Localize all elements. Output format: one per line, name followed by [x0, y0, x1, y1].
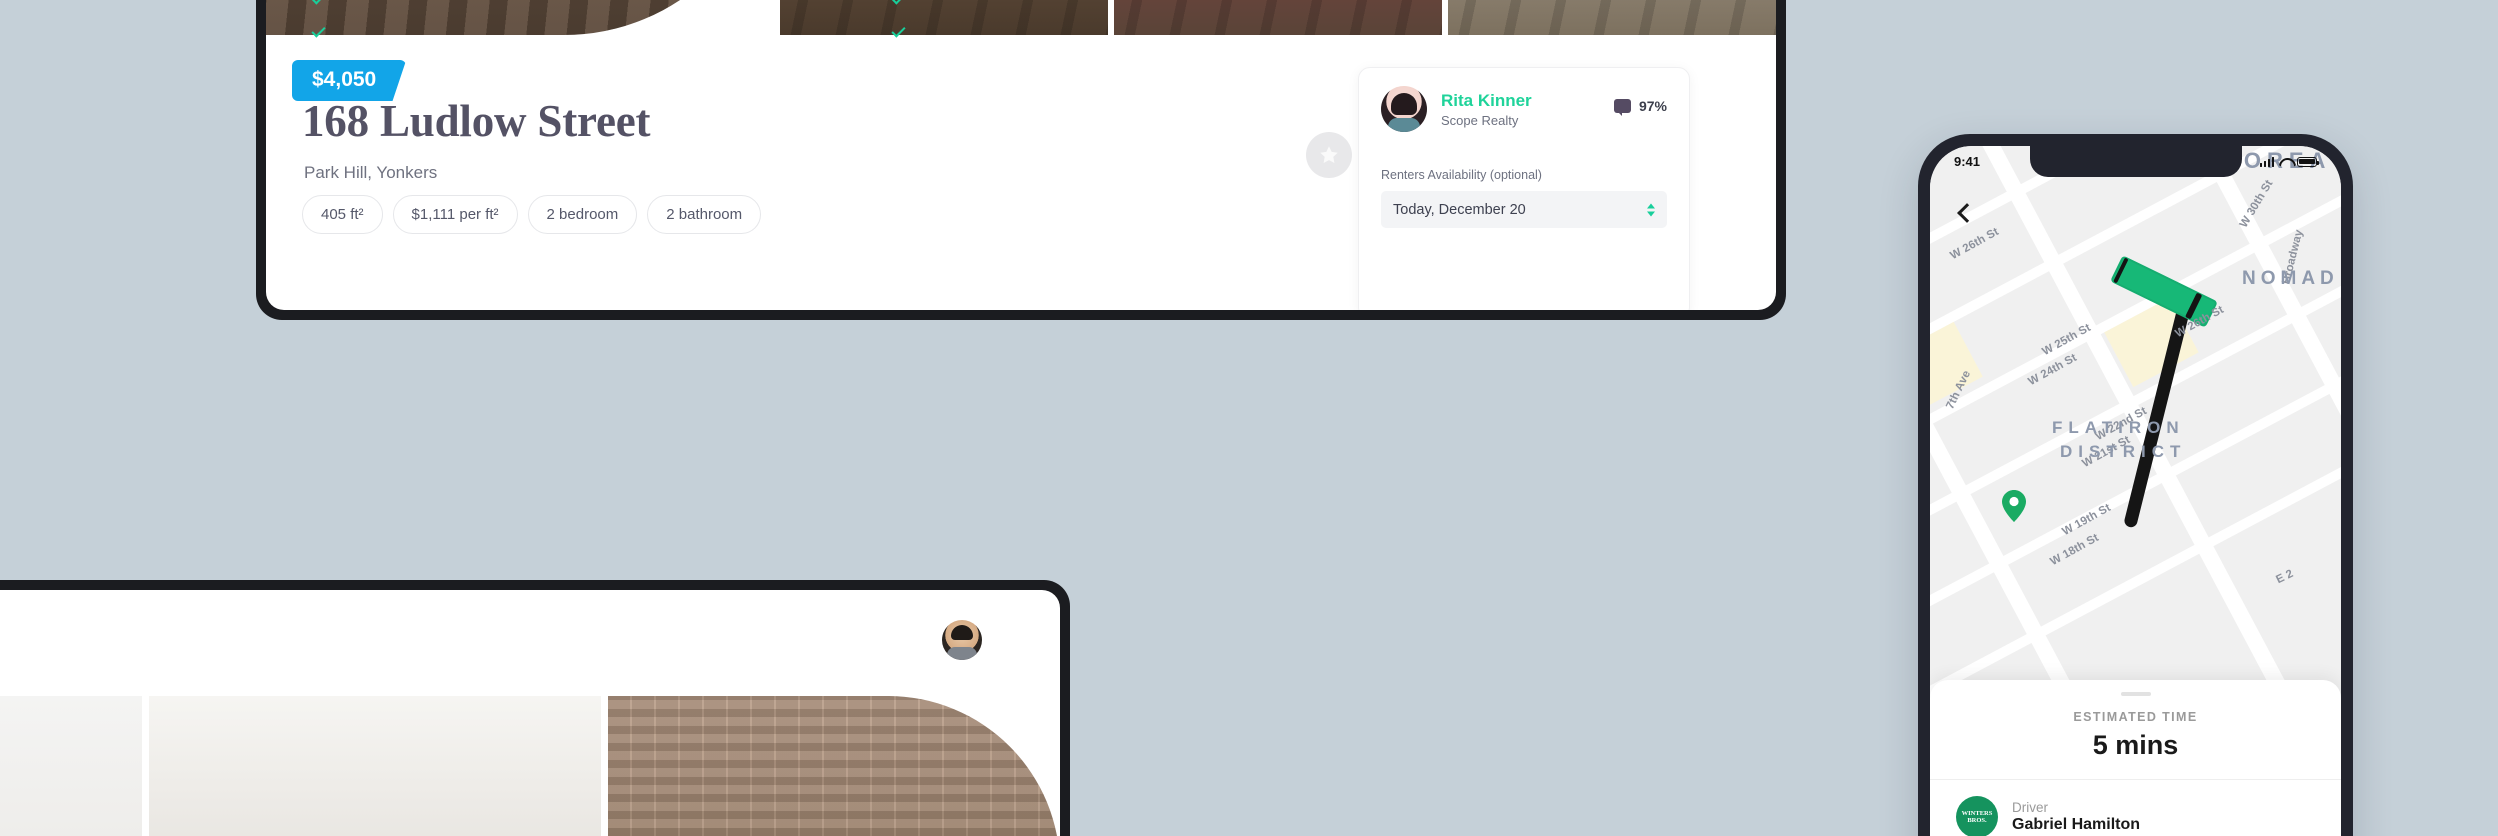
listing-neighborhood: Park Hill, Yonkers [304, 163, 438, 182]
map-area-label: NOMAD [2242, 268, 2339, 289]
driver-row[interactable]: WINTERS BROS. Driver Gabriel Hamilton [1930, 780, 2341, 836]
checklist-item [890, 23, 1340, 39]
eta-label: ESTIMATED TIME [2073, 710, 2198, 724]
listing-device-frame: Show All [256, 0, 1786, 320]
checklist-item [310, 0, 760, 6]
sheet-drag-handle[interactable] [2120, 692, 2151, 696]
listing-screen: Show All [266, 0, 1776, 310]
battery-full-icon [2297, 156, 2320, 167]
response-rate-value: 97% [1638, 98, 1667, 114]
star-icon [1320, 146, 1338, 163]
map-area-label: FLATIRON [2052, 418, 2185, 437]
stepper-down-icon[interactable] [1647, 211, 1655, 216]
driver-info: Driver Gabriel Hamilton [2012, 800, 2140, 834]
message-bubble-icon [1613, 99, 1631, 116]
amenities-checklist [310, 0, 1340, 72]
check-icon [890, 0, 906, 6]
chip-area[interactable]: 405 ft² [302, 195, 383, 234]
listing-attribute-chips: 405 ft² $1,111 per ft² 2 bedroom 2 bathr… [302, 195, 762, 234]
cellular-signal-icon [2259, 156, 2274, 167]
check-icon [890, 23, 906, 39]
user-avatar[interactable] [942, 620, 982, 660]
back-button[interactable] [1954, 202, 1976, 224]
listing-title: 168 Ludlow Street [302, 96, 651, 146]
feed-screen: Messages Create Post [0, 590, 1060, 836]
availability-selected-value: Today, December 20 [1393, 201, 1526, 218]
chip-bedrooms[interactable]: 2 bedroom [527, 195, 638, 234]
feed-photo-1[interactable] [0, 696, 142, 836]
agent-company: Scope Realty [1441, 113, 1519, 129]
status-indicators [2259, 156, 2320, 167]
map-area-label: DISTRICT [2060, 442, 2187, 461]
check-icon [310, 0, 326, 6]
agent-response-rate: 97% [1613, 98, 1667, 116]
feed-toolbar: Messages Create Post [0, 590, 1060, 696]
status-time: 9:41 [1954, 154, 1981, 169]
chip-price-per-sqft[interactable]: $1,111 per ft² [392, 195, 518, 234]
driver-kicker: Driver [2012, 800, 2048, 815]
agent-name[interactable]: Rita Kinner [1441, 90, 1532, 111]
eta-value: 5 mins [2092, 730, 2179, 760]
stepper-arrows-icon[interactable] [1647, 203, 1655, 216]
driver-name: Gabriel Hamilton [2012, 816, 2141, 833]
feed-device-frame: Messages Create Post [0, 580, 1070, 836]
feed-photo-3[interactable] [608, 696, 1060, 836]
wifi-icon [2279, 157, 2292, 167]
phone-screen: W 26th St W 25th St W 24th St W 22nd St … [1930, 146, 2341, 836]
feed-photo-2[interactable] [149, 696, 601, 836]
driver-company-logo: WINTERS BROS. [1956, 796, 1998, 836]
checklist-item [890, 0, 1340, 6]
agent-avatar [1381, 86, 1427, 132]
favorite-star-button[interactable] [1306, 132, 1352, 178]
driver-logo-line-1: WINTERS [1961, 809, 1993, 817]
checklist-item [310, 23, 760, 39]
trip-bottom-sheet: ESTIMATED TIME 5 mins WINTERS BROS. Driv… [1930, 680, 2341, 836]
chip-bathrooms[interactable]: 2 bathroom [647, 195, 762, 234]
agent-identity: Rita Kinner Scope Realty [1441, 90, 1532, 128]
driver-logo-line-2: BROS. [1967, 817, 1987, 824]
phone-notch [2029, 146, 2242, 177]
map-pin-icon[interactable] [2002, 490, 2026, 522]
listing-photo-4[interactable] [1448, 0, 1776, 35]
screenshot-canvas: Show All [0, 0, 2498, 836]
availability-field-label: Renters Availability (optional) [1381, 168, 1542, 182]
agent-contact-card: Rita Kinner Scope Realty 97% Renters Ava… [1358, 67, 1690, 310]
feed-photo-strip [0, 696, 1060, 836]
phone-device-frame: W 26th St W 25th St W 24th St W 22nd St … [1918, 134, 2353, 836]
availability-select[interactable]: Today, December 20 [1381, 191, 1667, 228]
stepper-up-icon[interactable] [1647, 203, 1655, 208]
check-icon [310, 23, 326, 39]
